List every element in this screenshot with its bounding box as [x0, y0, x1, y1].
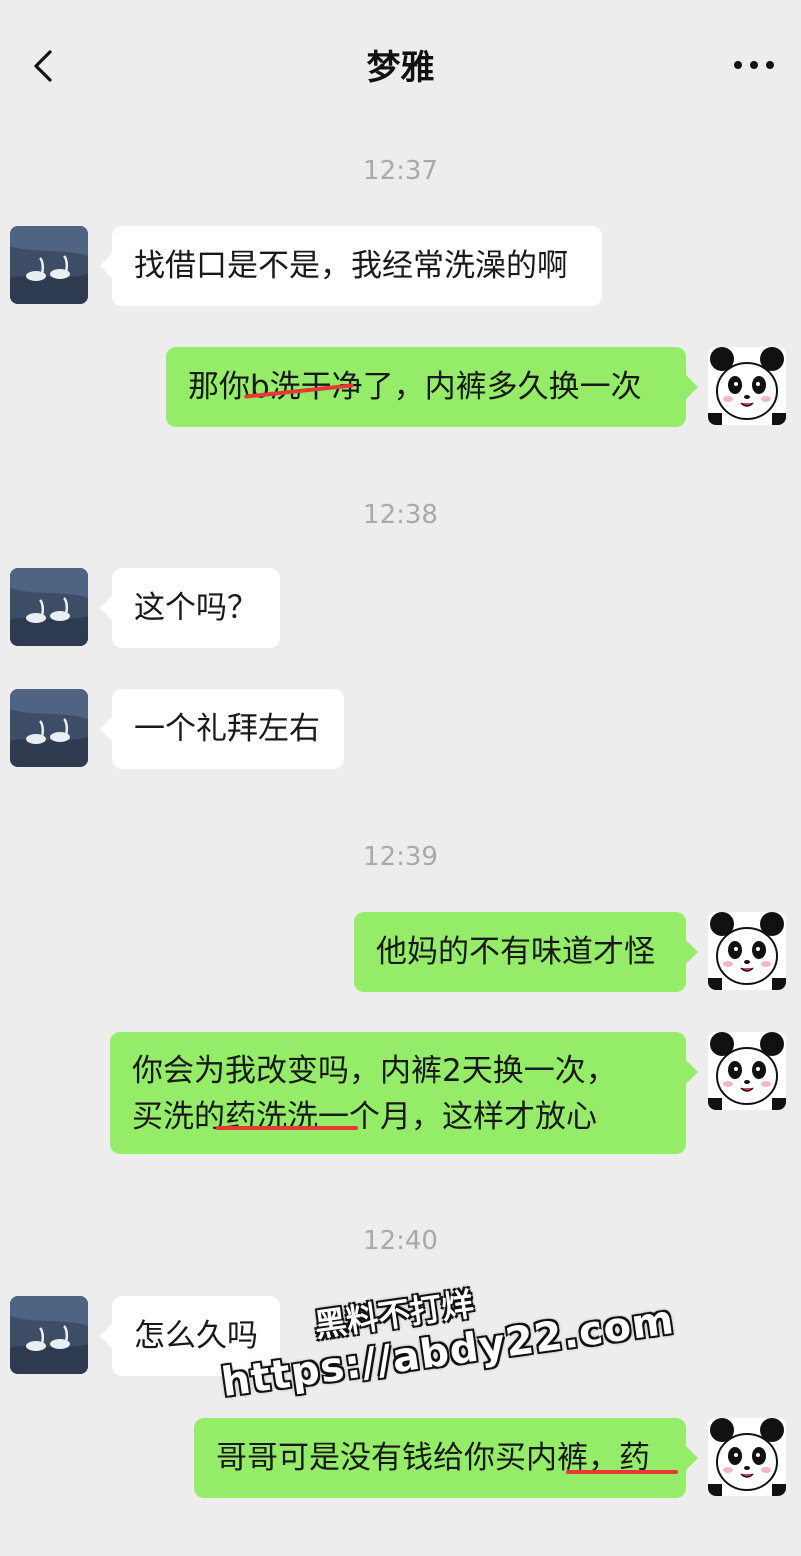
contact-avatar[interactable]: [10, 1296, 88, 1374]
message-text: 一个礼拜左右: [134, 711, 320, 747]
message-text: 他妈的不有味道才怪: [376, 934, 655, 970]
chat-title: 梦雅: [366, 48, 435, 88]
contact-avatar[interactable]: [10, 689, 88, 767]
panda-avatar-icon: [708, 1418, 786, 1496]
annotation-underline: [566, 1470, 678, 1474]
my-avatar[interactable]: [708, 1032, 786, 1110]
timestamp: 12:37: [363, 156, 438, 186]
message-bubble-incoming[interactable]: 找借口是不是，我经常洗澡的啊: [100, 226, 602, 306]
panda-avatar-icon: [708, 347, 786, 425]
my-avatar[interactable]: [708, 347, 786, 425]
message-text: 哥哥可是没有钱给你买内裤，药: [216, 1440, 650, 1476]
swan-lake-avatar-icon: [10, 226, 88, 304]
message-text: 这个吗？: [134, 590, 258, 626]
message-bubble-outgoing[interactable]: 他妈的不有味道才怪: [354, 912, 698, 992]
message-text: 找借口是不是，我经常洗澡的啊: [134, 248, 568, 284]
message-bubble-outgoing[interactable]: 你会为我改变吗，内裤2天换一次， 买洗的药洗洗一个月，这样才放心: [110, 1032, 698, 1154]
message-bubble-outgoing[interactable]: 那你b洗干净了，内裤多久换一次: [166, 347, 698, 427]
panda-avatar-icon: [708, 1032, 786, 1110]
annotation-strike: [216, 1126, 358, 1130]
contact-avatar[interactable]: [10, 226, 88, 304]
swan-lake-avatar-icon: [10, 568, 88, 646]
message-bubble-incoming[interactable]: 一个礼拜左右: [100, 689, 344, 769]
more-button[interactable]: [730, 48, 778, 80]
swan-lake-avatar-icon: [10, 1296, 88, 1374]
more-dots-icon: [734, 61, 774, 69]
message-text: 那你b洗干净了，内裤多久换一次: [188, 369, 642, 405]
timestamp: 12:39: [363, 842, 438, 872]
my-avatar[interactable]: [708, 1418, 786, 1496]
timestamp: 12:40: [363, 1226, 438, 1256]
swan-lake-avatar-icon: [10, 689, 88, 767]
my-avatar[interactable]: [708, 912, 786, 990]
chat-header: 梦雅: [0, 0, 801, 130]
timestamp: 12:38: [363, 500, 438, 530]
message-text-line-1: 你会为我改变吗，内裤2天换一次，: [132, 1053, 617, 1089]
message-text-line-2: 买洗的药洗洗一个月，这样才放心: [132, 1099, 597, 1135]
message-bubble-incoming[interactable]: 这个吗？: [100, 568, 280, 648]
contact-avatar[interactable]: [10, 568, 88, 646]
panda-avatar-icon: [708, 912, 786, 990]
